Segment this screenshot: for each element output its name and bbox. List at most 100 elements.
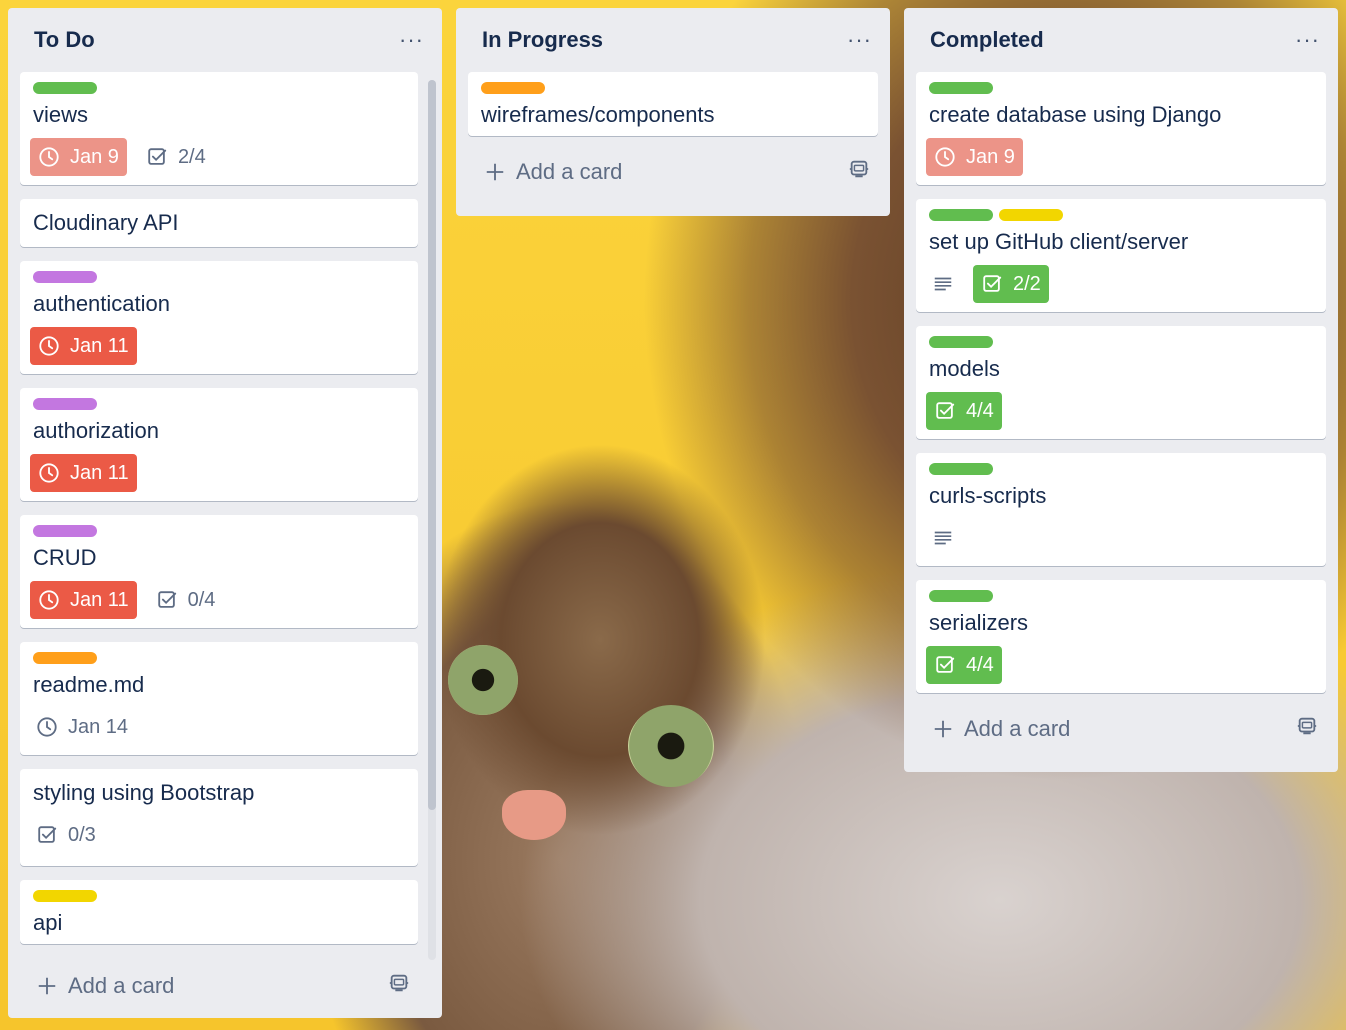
clock-icon bbox=[39, 590, 59, 610]
clock-icon bbox=[39, 336, 59, 356]
due-date-badge[interactable]: Jan 11 bbox=[30, 327, 137, 365]
card-badges: Jan 9 bbox=[926, 137, 1314, 177]
add-card-button[interactable]: Add a card bbox=[20, 958, 418, 1014]
card-badges: Jan 9 2/4 bbox=[30, 137, 406, 177]
due-date-badge[interactable]: Jan 14 bbox=[30, 708, 134, 746]
label-purple[interactable] bbox=[33, 271, 97, 283]
card[interactable]: authorization Jan 11 bbox=[20, 388, 418, 501]
add-card-left: Add a card bbox=[36, 973, 174, 999]
add-card-button[interactable]: Add a card bbox=[468, 144, 878, 200]
cat-left-eye bbox=[448, 645, 518, 715]
due-date-badge[interactable]: Jan 11 bbox=[30, 581, 137, 619]
label-yellow[interactable] bbox=[999, 209, 1063, 221]
label-green[interactable] bbox=[929, 82, 993, 94]
add-card-label: Add a card bbox=[516, 159, 623, 184]
label-green[interactable] bbox=[929, 209, 993, 221]
more-horizontal-icon[interactable]: ··· bbox=[1295, 29, 1320, 51]
checklist-count: 2/4 bbox=[177, 145, 206, 168]
checklist-badge: 2/4 bbox=[140, 138, 212, 176]
checklist-icon bbox=[157, 591, 176, 608]
card-title: curls-scripts bbox=[929, 483, 1047, 508]
card[interactable]: set up GitHub client/server 2/2 bbox=[916, 199, 1326, 312]
scrollbar-thumb[interactable] bbox=[428, 80, 436, 810]
card-title: authorization bbox=[33, 418, 159, 443]
clock-icon bbox=[37, 717, 57, 737]
card-badges: Jan 11 bbox=[30, 453, 406, 493]
card-title: Cloudinary API bbox=[33, 210, 179, 235]
card-title: serializers bbox=[929, 610, 1029, 635]
due-date-text: Jan 14 bbox=[68, 715, 129, 738]
card[interactable]: wireframes/components bbox=[468, 72, 878, 136]
due-date-text: Jan 11 bbox=[70, 461, 129, 484]
card-title: create database using Django bbox=[929, 102, 1222, 127]
checklist-icon bbox=[983, 275, 1002, 292]
card-badges: 4/4 bbox=[926, 391, 1314, 431]
due-date-badge[interactable]: Jan 9 bbox=[30, 138, 127, 176]
list-title[interactable]: Completed bbox=[930, 27, 1044, 53]
card-template-button[interactable] bbox=[388, 972, 410, 1000]
add-card-button[interactable]: Add a card bbox=[916, 701, 1326, 757]
clock-icon bbox=[39, 463, 59, 483]
list-header: In Progress ··· bbox=[468, 8, 878, 72]
list-title[interactable]: In Progress bbox=[482, 27, 603, 53]
card-title: set up GitHub client/server bbox=[929, 229, 1189, 254]
card[interactable]: Cloudinary API bbox=[20, 199, 418, 247]
cat-nose bbox=[502, 790, 566, 840]
checklist-icon bbox=[148, 148, 167, 165]
card-template-button[interactable] bbox=[848, 158, 870, 186]
card-labels bbox=[929, 209, 1314, 221]
list-header: To Do ··· bbox=[20, 8, 430, 72]
due-date-badge[interactable]: Jan 11 bbox=[30, 454, 137, 492]
due-date-text: Jan 9 bbox=[966, 145, 1015, 168]
card-badges bbox=[929, 518, 1314, 558]
more-horizontal-icon[interactable]: ··· bbox=[399, 29, 424, 51]
list-in-progress: In Progress ··· wireframes/components Add a… bbox=[456, 8, 890, 216]
list-completed: Completed ··· create database using Django… bbox=[904, 8, 1338, 772]
card[interactable]: serializers 4/4 bbox=[916, 580, 1326, 693]
label-green[interactable] bbox=[33, 82, 97, 94]
card[interactable]: api bbox=[20, 880, 418, 944]
card-template-button[interactable] bbox=[1296, 715, 1318, 743]
list-title[interactable]: To Do bbox=[34, 27, 95, 53]
card[interactable]: readme.md Jan 14 bbox=[20, 642, 418, 755]
checklist-count: 2/2 bbox=[1013, 272, 1041, 295]
label-purple[interactable] bbox=[33, 525, 97, 537]
label-purple[interactable] bbox=[33, 398, 97, 410]
label-orange[interactable] bbox=[481, 82, 545, 94]
more-horizontal-icon[interactable]: ··· bbox=[847, 29, 872, 51]
card[interactable]: create database using Django Jan 9 bbox=[916, 72, 1326, 185]
due-date-badge[interactable]: Jan 9 bbox=[926, 138, 1023, 176]
card-title: models bbox=[929, 356, 1000, 381]
card[interactable]: styling using Bootstrap 0/3 bbox=[20, 769, 418, 866]
add-card-left: Add a card bbox=[932, 716, 1070, 742]
description-badge bbox=[926, 265, 960, 303]
description-badge bbox=[926, 519, 960, 557]
checklist-badge: 0/3 bbox=[30, 816, 102, 854]
label-orange[interactable] bbox=[33, 652, 97, 664]
card[interactable]: authentication Jan 11 bbox=[20, 261, 418, 374]
card-labels bbox=[929, 336, 1314, 348]
checklist-count: 0/3 bbox=[68, 823, 96, 846]
card-labels bbox=[929, 463, 1314, 475]
card[interactable]: models 4/4 bbox=[916, 326, 1326, 439]
checklist-badge: 2/2 bbox=[973, 265, 1049, 303]
label-yellow[interactable] bbox=[33, 890, 97, 902]
list-scrollbar[interactable] bbox=[428, 80, 436, 960]
add-card-left: Add a card bbox=[484, 159, 622, 185]
card[interactable]: views Jan 9 2/4 bbox=[20, 72, 418, 185]
card[interactable]: curls-scripts bbox=[916, 453, 1326, 566]
cat-right-eye bbox=[628, 705, 714, 787]
card-labels bbox=[33, 525, 406, 537]
card[interactable]: CRUD Jan 11 0/4 bbox=[20, 515, 418, 628]
card-template-icon bbox=[1297, 717, 1317, 735]
label-green[interactable] bbox=[929, 336, 993, 348]
clock-icon bbox=[39, 147, 59, 167]
label-green[interactable] bbox=[929, 590, 993, 602]
checklist-icon bbox=[936, 402, 955, 419]
checklist-badge: 4/4 bbox=[926, 392, 1002, 430]
card-badges: Jan 11 bbox=[30, 326, 406, 366]
label-green[interactable] bbox=[929, 463, 993, 475]
add-card-label: Add a card bbox=[964, 716, 1071, 741]
checklist-icon bbox=[38, 826, 57, 843]
card-template-icon bbox=[389, 974, 409, 992]
